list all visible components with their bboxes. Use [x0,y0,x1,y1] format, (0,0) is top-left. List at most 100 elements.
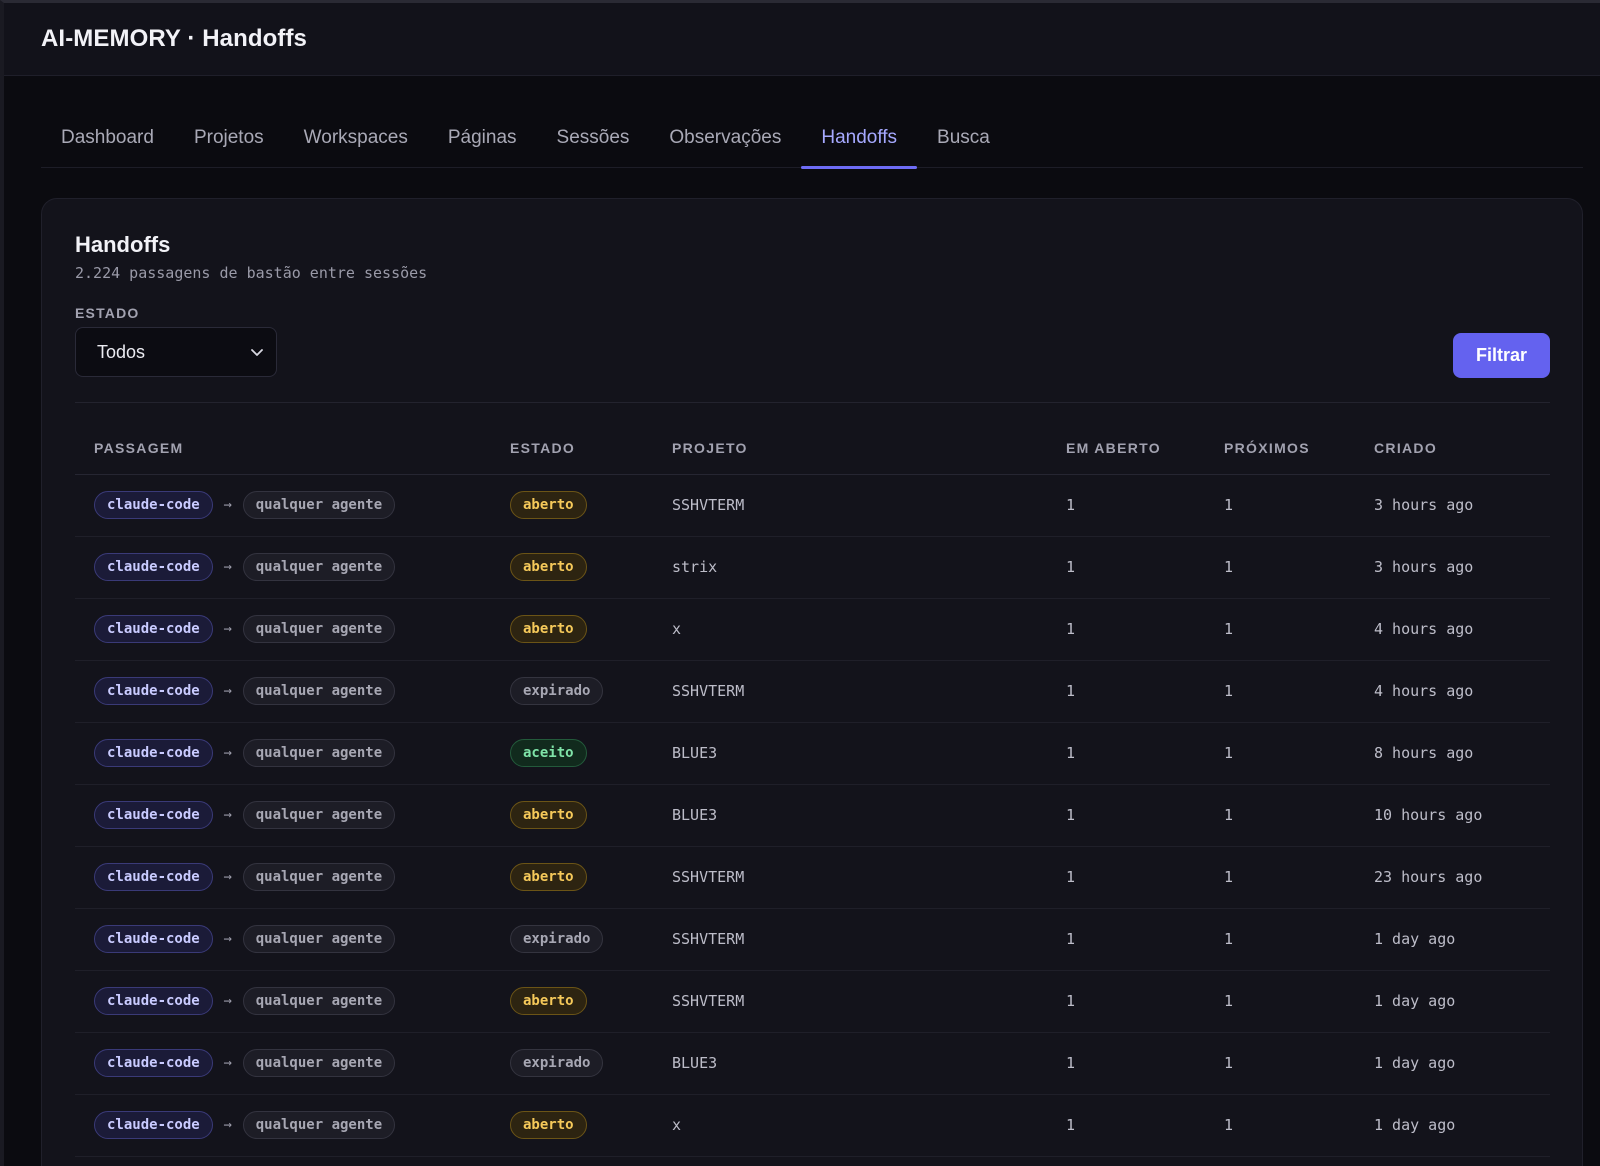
from-agent-pill[interactable]: claude-code [94,553,213,581]
tab-projetos[interactable]: Projetos [174,113,284,168]
status-badge: aberto [510,801,587,829]
cell-estado: aberto [510,536,672,599]
from-agent-pill[interactable]: claude-code [94,925,213,953]
header-projeto[interactable]: PROJETO [672,423,1066,475]
from-agent-pill[interactable]: claude-code [94,677,213,705]
card-title: Handoffs [75,232,171,257]
to-agent-pill[interactable]: qualquer agente [242,615,396,643]
cell-projeto: SSHVTERM [672,474,1066,537]
cell-passagem: claude-code → qualquer agente [75,536,510,599]
cell-proximos: 1 [1224,970,1374,1033]
cell-passagem: claude-code → qualquer agente [75,722,510,785]
cell-estado: aberto [510,1094,672,1157]
status-badge: aberto [510,987,587,1015]
cell-criado: 8 hours ago [1374,722,1550,785]
cell-criado: 4 hours ago [1374,660,1550,723]
tab-paginas[interactable]: Páginas [428,113,537,168]
to-agent-pill[interactable]: qualquer agente [242,987,396,1015]
to-agent-pill[interactable]: qualquer agente [242,1049,396,1077]
status-badge: aberto [510,553,587,581]
to-agent-pill[interactable]: qualquer agente [242,863,396,891]
passagem: claude-code → qualquer agente [94,925,510,953]
estado-select[interactable]: Todos [75,327,277,377]
passagem: claude-code → qualquer agente [94,491,510,519]
cell-estado: expirado [510,660,672,723]
header-em-aberto[interactable]: EM ABERTO [1066,423,1224,475]
cell-projeto: BLUE3 [672,1032,1066,1095]
header-estado[interactable]: ESTADO [510,423,672,475]
cell-criado: 23 hours ago [1374,846,1550,909]
to-agent-pill[interactable]: qualquer agente [242,553,396,581]
filter-button[interactable]: Filtrar [1453,333,1550,378]
to-agent-pill[interactable]: qualquer agente [242,925,396,953]
cell-passagem: claude-code → qualquer agente [75,784,510,847]
table-row[interactable]: claude-code → qualquer agente expirado BLUE3… [75,1032,1550,1095]
cell-criado: 3 hours ago [1374,536,1550,599]
from-agent-pill[interactable]: claude-code [94,739,213,767]
cell-proximos: 1 [1224,536,1374,599]
table-row[interactable]: claude-code → qualquer agente expirado SSHVT… [75,908,1550,971]
from-agent-pill[interactable]: claude-code [94,1111,213,1139]
from-agent-pill[interactable]: claude-code [94,615,213,643]
table-header-row: PASSAGEM ESTADO PROJETO EM ABERTO PRÓXIM… [75,423,1550,475]
table-row[interactable]: claude-code → qualquer agente aceito BLUE3 1 1… [75,722,1550,785]
app-window: AI-MEMORY · Handoffs Dashboard Projetos Wo… [0,0,1600,1166]
from-agent-pill[interactable]: claude-code [94,863,213,891]
table-row[interactable]: claude-code → qualquer agente aberto BLUE3 1 1… [75,784,1550,847]
to-agent-pill[interactable]: qualquer agente [242,801,396,829]
tab-observacoes[interactable]: Observações [649,113,801,168]
to-agent-pill[interactable]: qualquer agente [242,739,396,767]
cell-passagem: claude-code → qualquer agente [75,1032,510,1095]
table-row[interactable]: claude-code → qualquer agente aberto strix 1 1… [75,536,1550,599]
to-agent-pill[interactable]: qualquer agente [242,491,396,519]
passagem: claude-code → qualquer agente [94,677,510,705]
cell-criado: 10 hours ago [1374,784,1550,847]
arrow-right-icon: → [223,683,232,699]
cell-criado: 4 hours ago [1374,598,1550,661]
card-subtitle: 2.224 passagens de bastão entre sessões [75,264,428,282]
header-passagem[interactable]: PASSAGEM [75,423,510,475]
cell-estado: aberto [510,474,672,537]
cell-criado: 3 hours ago [1374,474,1550,537]
table-row[interactable]: claude-code → qualquer agente aberto SSHVTER… [75,970,1550,1033]
from-agent-pill[interactable]: claude-code [94,987,213,1015]
to-agent-pill[interactable]: qualquer agente [242,677,396,705]
arrow-right-icon: → [223,559,232,575]
cell-criado: 1 day ago [1374,970,1550,1033]
passagem: claude-code → qualquer agente [94,553,510,581]
table-row[interactable]: claude-code → qualquer agente expirado SSHVT… [75,660,1550,723]
header-proximos[interactable]: PRÓXIMOS [1224,423,1374,475]
cell-projeto: SSHVTERM [672,970,1066,1033]
cell-proximos: 1 [1224,722,1374,785]
passagem: claude-code → qualquer agente [94,615,510,643]
tab-workspaces[interactable]: Workspaces [284,113,428,168]
tab-dashboard[interactable]: Dashboard [41,113,174,168]
table-row[interactable]: claude-code → qualquer agente aberto x 1 1 4 ho… [75,598,1550,661]
table-row[interactable]: claude-code → qualquer agente aberto x 1 1 1 da… [75,1094,1550,1157]
cell-passagem: claude-code → qualquer agente [75,660,510,723]
cell-estado: aberto [510,846,672,909]
table-row[interactable]: claude-code → qualquer agente aberto SSHVTER… [75,474,1550,537]
cell-em-aberto: 1 [1066,970,1224,1033]
handoffs-table: PASSAGEM ESTADO PROJETO EM ABERTO PRÓXIM… [75,423,1550,1157]
to-agent-pill[interactable]: qualquer agente [242,1111,396,1139]
header-criado[interactable]: CRIADO [1374,423,1550,475]
cell-projeto: strix [672,536,1066,599]
tab-handoffs[interactable]: Handoffs [801,113,917,169]
cell-projeto: SSHVTERM [672,846,1066,909]
tab-sessoes[interactable]: Sessões [537,113,650,168]
arrow-right-icon: → [223,497,232,513]
cell-em-aberto: 1 [1066,908,1224,971]
arrow-right-icon: → [223,931,232,947]
cell-proximos: 1 [1224,908,1374,971]
table-row[interactable]: claude-code → qualquer agente aberto SSHVTER… [75,846,1550,909]
tab-busca[interactable]: Busca [917,113,1010,168]
cell-proximos: 1 [1224,1032,1374,1095]
passagem: claude-code → qualquer agente [94,739,510,767]
cell-proximos: 1 [1224,660,1374,723]
from-agent-pill[interactable]: claude-code [94,801,213,829]
from-agent-pill[interactable]: claude-code [94,1049,213,1077]
cell-projeto: BLUE3 [672,784,1066,847]
cell-projeto: BLUE3 [672,722,1066,785]
from-agent-pill[interactable]: claude-code [94,491,213,519]
